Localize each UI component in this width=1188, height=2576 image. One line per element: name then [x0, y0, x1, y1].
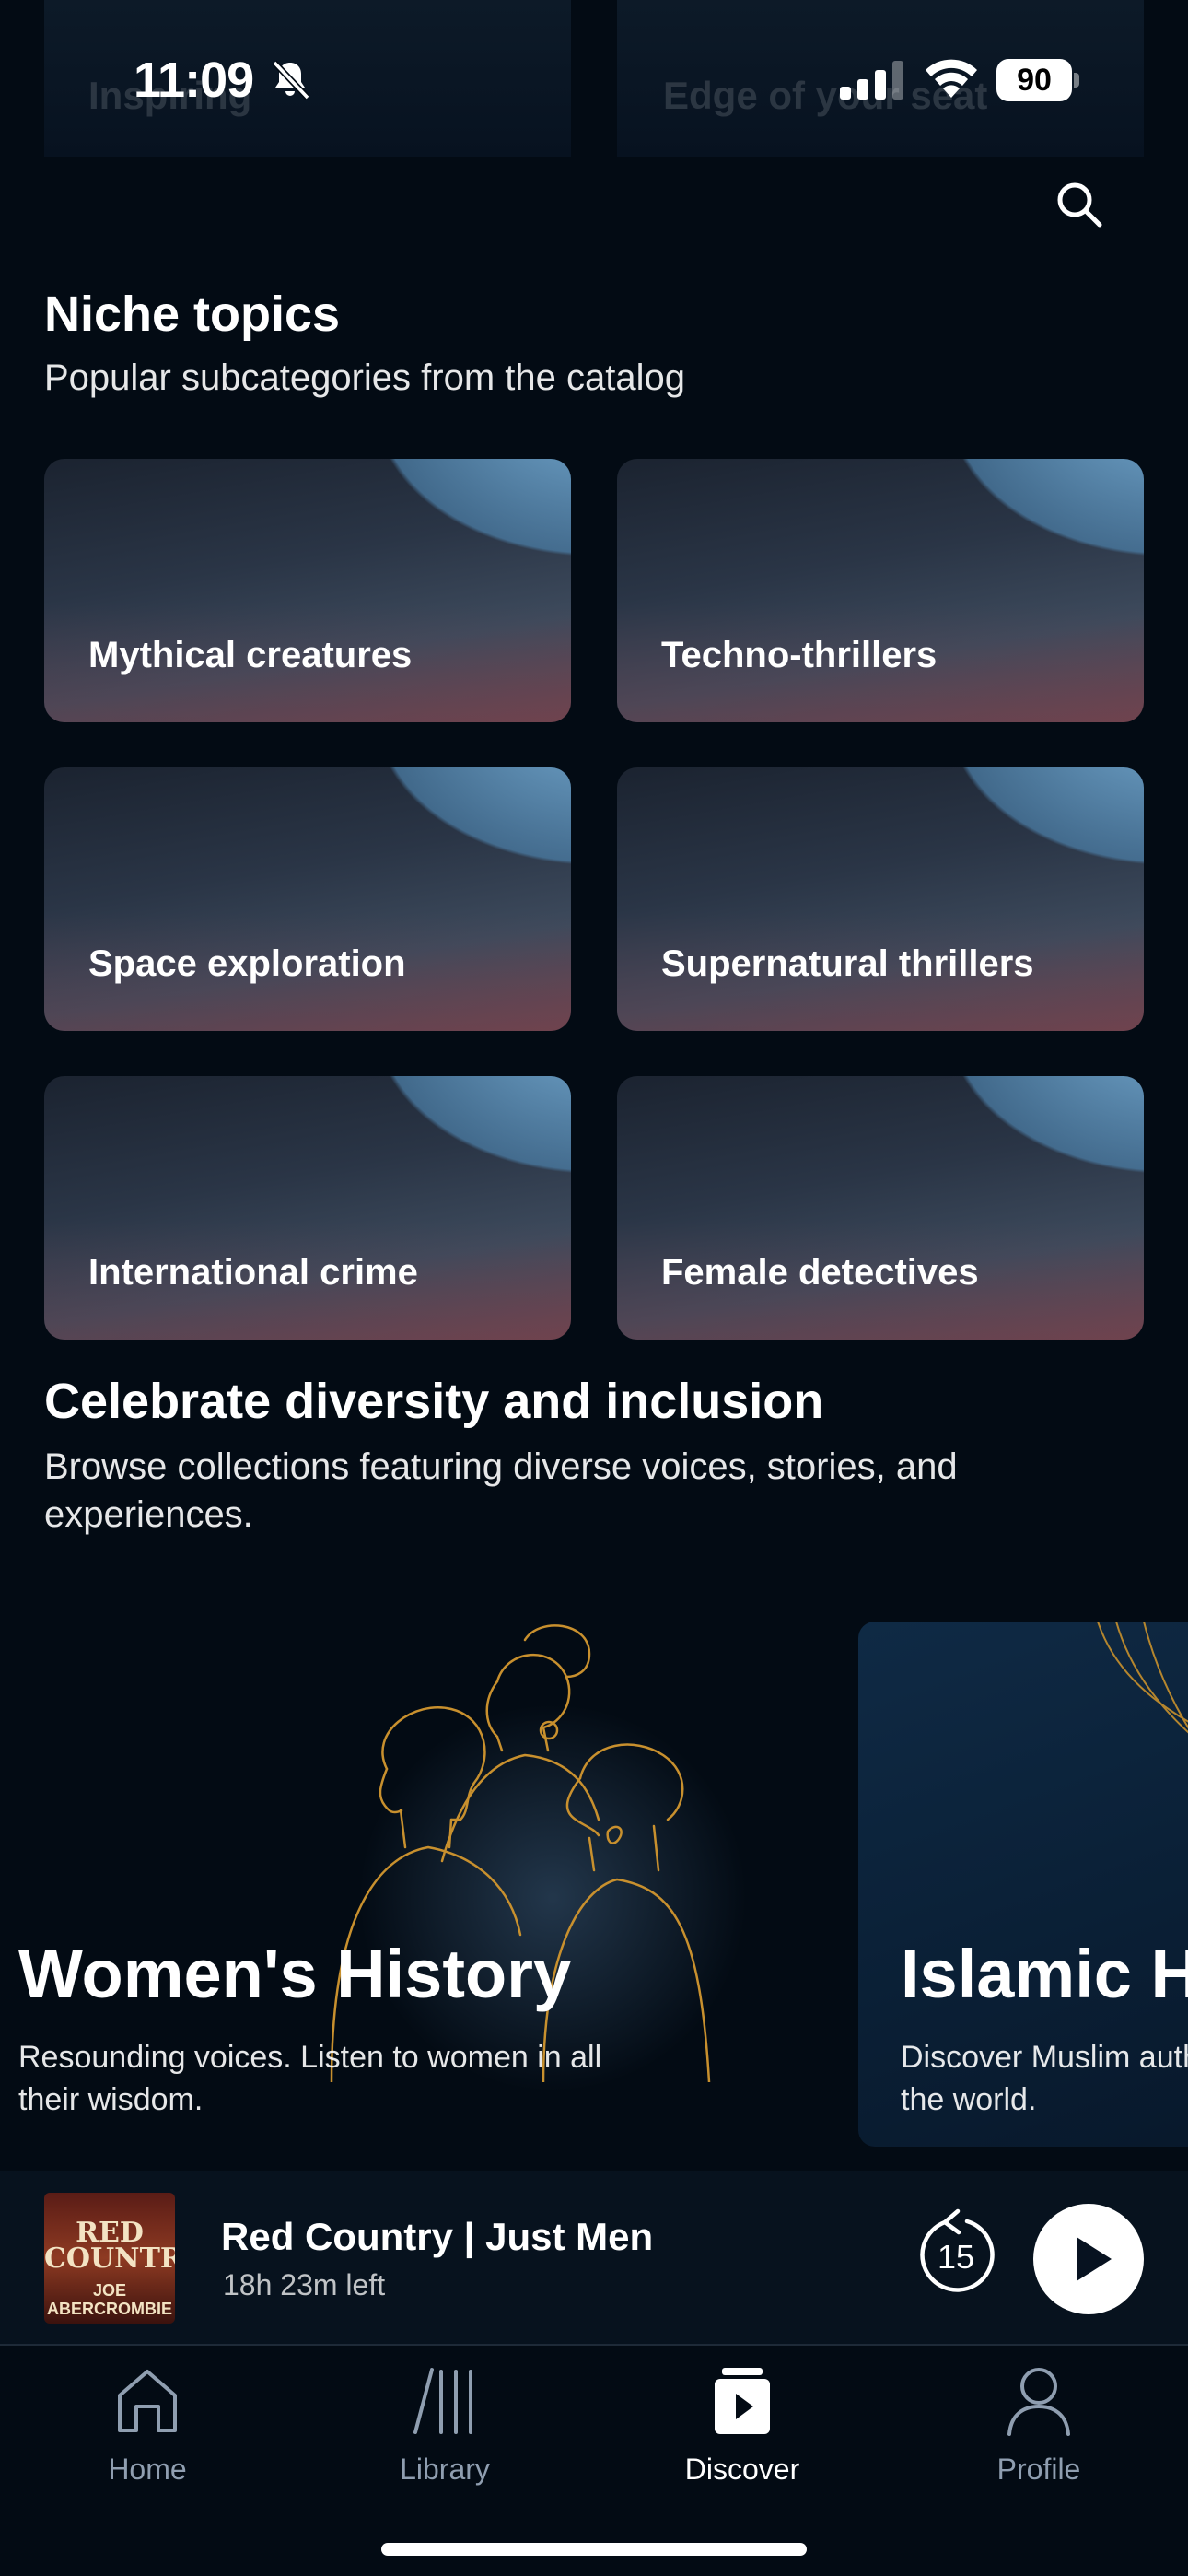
- tab-library[interactable]: Library: [334, 2364, 555, 2530]
- skip-seconds-label: 15: [938, 2238, 974, 2276]
- collection-title: Islamic Heritage: [901, 1936, 1188, 2012]
- tab-label: Profile: [996, 2453, 1081, 2486]
- womens-silhouettes-illustration: [330, 1624, 711, 2082]
- bell-off-icon: [272, 60, 310, 100]
- collections-carousel[interactable]: Women's History Resounding voices. Liste…: [0, 1603, 1188, 2147]
- tab-label: Discover: [684, 2453, 800, 2486]
- topic-card-supernatural-thrillers[interactable]: Supernatural thrillers: [617, 767, 1144, 1031]
- topic-label: Space exploration: [88, 943, 406, 984]
- tab-profile[interactable]: Profile: [928, 2364, 1149, 2530]
- wifi-icon: [926, 59, 977, 98]
- topic-card-space-exploration[interactable]: Space exploration: [44, 767, 571, 1031]
- skip-back-15-button[interactable]: 15: [912, 2207, 1000, 2300]
- tab-label: Library: [400, 2453, 490, 2486]
- topic-label: Mythical creatures: [88, 635, 413, 675]
- profile-icon: [1007, 2368, 1070, 2436]
- library-icon: [413, 2368, 472, 2434]
- collection-description: Discover Muslim authors from around the …: [901, 2040, 1188, 2117]
- collection-card-islamic-heritage[interactable]: Islamic Heritage Discover Muslim authors…: [858, 1622, 1188, 2147]
- topic-label: International crime: [88, 1252, 418, 1293]
- play-button[interactable]: [1033, 2204, 1144, 2314]
- status-time: 11:09: [134, 53, 254, 108]
- collection-title: Women's History: [18, 1936, 572, 2012]
- section-subtitle-diversity: Browse collections featuring diverse voi…: [44, 1446, 958, 1535]
- collection-description: Resounding voices. Listen to women in al…: [18, 2040, 602, 2117]
- topic-card-international-crime[interactable]: International crime: [44, 1076, 571, 1340]
- tab-bar: Home Library Discover Profile: [0, 2348, 1188, 2576]
- topic-card-mythical-creatures[interactable]: Mythical creatures: [44, 459, 571, 722]
- tab-label: Home: [108, 2453, 187, 2486]
- battery-indicator: 90: [996, 59, 1079, 101]
- collection-card-womens-history[interactable]: Women's History Resounding voices. Liste…: [0, 1622, 757, 2147]
- section-title-diversity: Celebrate diversity and inclusion: [44, 1374, 824, 1429]
- now-playing-title[interactable]: Red Country | Just Men: [221, 2215, 653, 2259]
- home-indicator[interactable]: [381, 2543, 807, 2556]
- section-subtitle-niche: Popular subcategories from the catalog: [44, 357, 685, 398]
- topic-label: Techno-thrillers: [661, 635, 938, 675]
- search-icon[interactable]: [1050, 175, 1109, 234]
- topic-card-female-detectives[interactable]: Female detectives: [617, 1076, 1144, 1340]
- tab-home[interactable]: Home: [37, 2364, 258, 2530]
- cover-author: JOE ABERCROMBIE: [46, 2281, 172, 2318]
- time-left: 18h 23m left: [223, 2268, 386, 2301]
- rewind-15-icon: 15: [920, 2208, 995, 2292]
- discover-screen: Inspiring Edge of your seat 11:09 90 Nic…: [0, 0, 1188, 2576]
- battery-percent: 90: [1017, 63, 1052, 98]
- book-cover[interactable]: RED COUNTRY JOE ABERCROMBIE: [44, 2193, 175, 2324]
- cover-title: RED COUNTRY: [44, 2217, 175, 2275]
- home-icon: [118, 2370, 177, 2432]
- topic-card-techno-thrillers[interactable]: Techno-thrillers: [617, 459, 1144, 722]
- topic-label: Supernatural thrillers: [661, 943, 1034, 984]
- cellular-signal-icon: [840, 61, 903, 100]
- play-icon: [1077, 2237, 1112, 2281]
- section-title-niche: Niche topics: [44, 287, 341, 342]
- mini-player[interactable]: RED COUNTRY JOE ABERCROMBIE Red Country …: [0, 2171, 1188, 2346]
- status-bar: 11:09 90: [0, 0, 1188, 157]
- arch-pattern-illustration: [1097, 1622, 1188, 1734]
- topic-label: Female detectives: [661, 1252, 979, 1293]
- tab-discover[interactable]: Discover: [632, 2364, 853, 2530]
- discover-icon: [715, 2368, 770, 2434]
